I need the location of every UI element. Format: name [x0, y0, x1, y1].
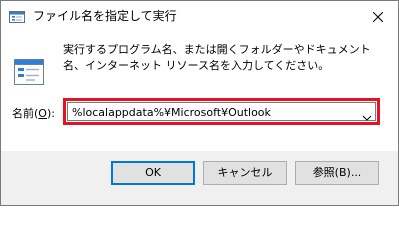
- instructions-text: 実行するプログラム名、または開くフォルダーやドキュメント名、インターネット リソ…: [63, 43, 371, 72]
- button-bar: OK キャンセル 参照(B)...: [1, 151, 398, 205]
- command-highlight-frame: %localappdata%¥Microsoft¥Outlook: [63, 98, 380, 125]
- run-program-icon: [13, 56, 45, 88]
- open-label-accesskey: O: [38, 107, 47, 120]
- command-combobox[interactable]: %localappdata%¥Microsoft¥Outlook: [67, 102, 376, 121]
- run-dialog: ファイル名を指定して実行 実行するプログラム名、または開くフォルダーやドキュメン…: [0, 0, 399, 206]
- chevron-down-icon[interactable]: [362, 107, 372, 121]
- command-input[interactable]: %localappdata%¥Microsoft¥Outlook: [72, 105, 271, 120]
- run-app-icon: [9, 9, 25, 25]
- cancel-button[interactable]: キャンセル: [203, 161, 287, 185]
- browse-button[interactable]: 参照(B)...: [295, 161, 379, 185]
- close-icon: [373, 11, 383, 22]
- close-button[interactable]: [358, 1, 398, 32]
- open-label-prefix: 名前(: [12, 107, 39, 120]
- title-bar[interactable]: ファイル名を指定して実行: [1, 1, 398, 32]
- open-field-label: 名前(O):: [12, 106, 55, 122]
- window-title: ファイル名を指定して実行: [33, 9, 177, 23]
- dialog-body: 実行するプログラム名、または開くフォルダーやドキュメント名、インターネット リソ…: [1, 32, 398, 151]
- open-label-suffix: ):: [46, 107, 55, 120]
- ok-button[interactable]: OK: [111, 161, 195, 185]
